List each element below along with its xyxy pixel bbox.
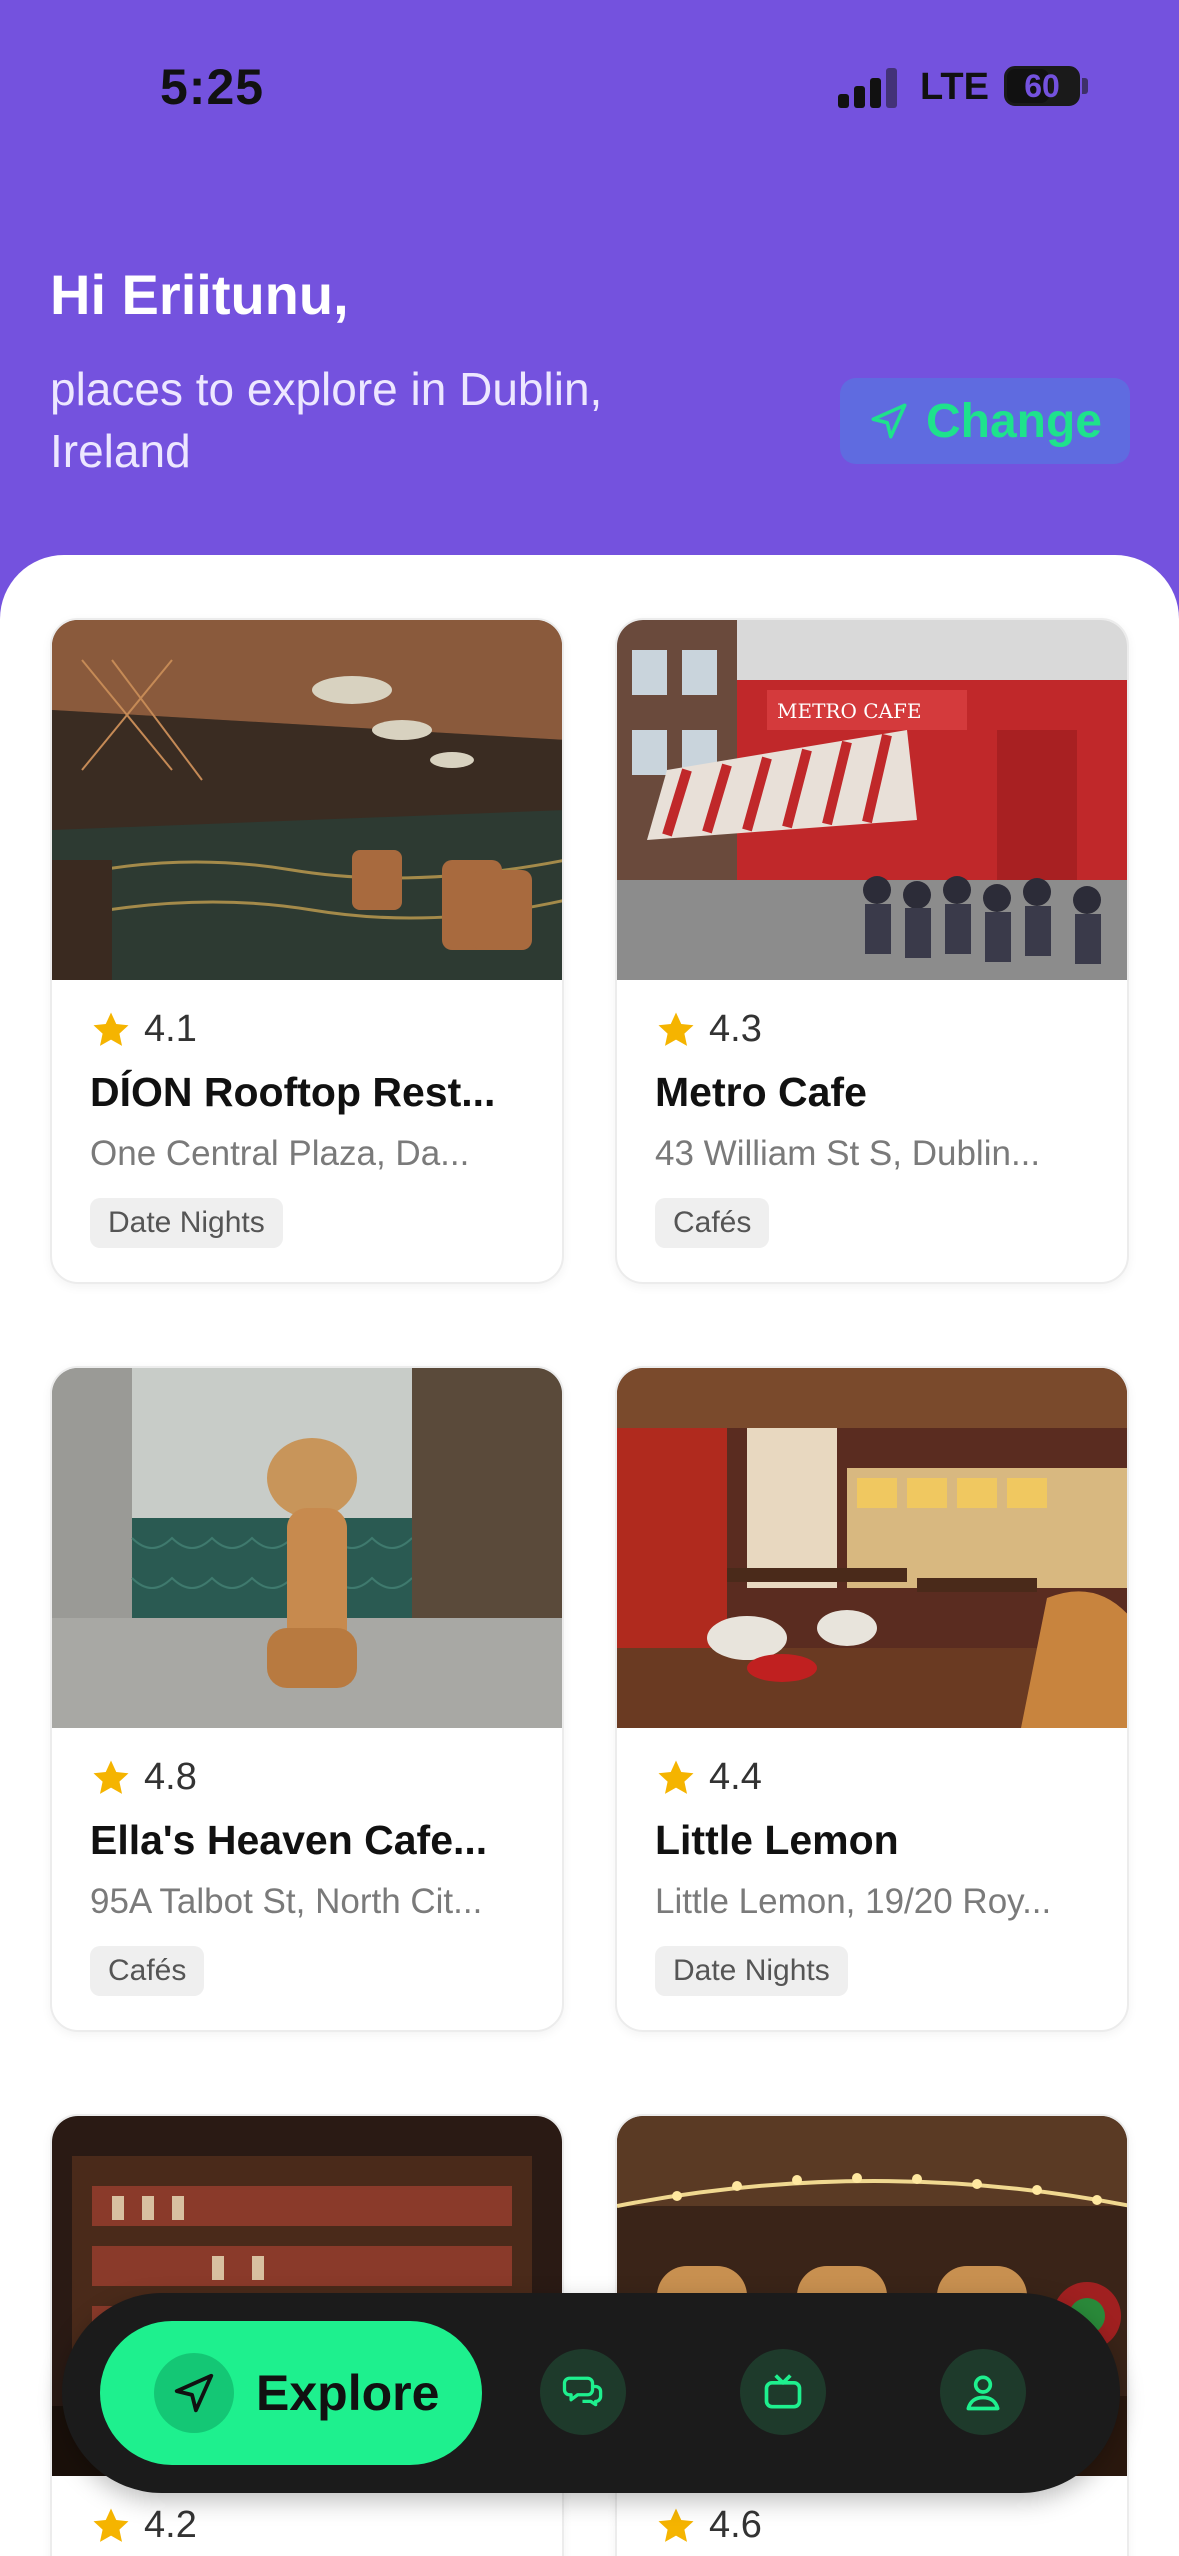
status-bar: 5:25 LTE 60 xyxy=(0,0,1179,170)
places-sheet: 4.1 DÍON Rooftop Rest... One Central Pla… xyxy=(0,555,1179,2556)
nav-tv-button[interactable] xyxy=(740,2349,826,2435)
place-photo xyxy=(52,620,562,980)
category-tag: Cafés xyxy=(655,1198,770,1248)
place-address: One Central Plaza, Da... xyxy=(90,1134,470,1173)
location-subtitle: places to explore in Dublin, Ireland xyxy=(50,363,603,477)
profile-icon xyxy=(966,2375,1000,2411)
navigation-icon xyxy=(154,2353,234,2433)
place-card[interactable]: 4.4 Little Lemon Little Lemon, 19/20 Roy… xyxy=(615,1366,1129,2032)
star-icon xyxy=(93,1760,129,1794)
place-card[interactable]: METRO CAFE 4.3 Metro Cafe 43 William St … xyxy=(615,618,1129,1284)
greeting-title: Hi Eriitunu, xyxy=(50,263,349,326)
rating-value: 4.3 xyxy=(709,1008,762,1050)
place-name: Metro Cafe xyxy=(655,1069,867,1115)
place-name: Ella's Heaven Cafe... xyxy=(90,1817,488,1863)
place-address: 43 William St S, Dublin... xyxy=(655,1134,1041,1173)
nav-explore-button[interactable]: Explore xyxy=(100,2321,482,2465)
rating: 4.6 xyxy=(655,2504,1089,2547)
status-time: 5:25 xyxy=(160,59,265,115)
signal-icon xyxy=(838,66,898,108)
tv-icon xyxy=(764,2374,802,2409)
star-icon xyxy=(93,2508,129,2542)
place-card[interactable]: 4.8 Ella's Heaven Cafe... 95A Talbot St,… xyxy=(50,1366,564,2032)
change-label: Change xyxy=(925,394,1102,448)
rating-value: 4.1 xyxy=(144,1008,197,1050)
network-label: LTE xyxy=(920,66,989,108)
svg-text:METRO CAFE: METRO CAFE xyxy=(777,699,921,723)
change-location-button[interactable]: Change xyxy=(840,378,1130,464)
rating: 4.3 xyxy=(655,1008,1089,1051)
place-photo xyxy=(617,1368,1127,1728)
nav-chat-button[interactable] xyxy=(540,2349,626,2435)
star-icon xyxy=(658,2508,694,2542)
rating: 4.1 xyxy=(90,1008,524,1051)
place-name: Little Lemon xyxy=(655,1817,899,1863)
star-icon xyxy=(658,1012,694,1046)
battery-icon: 60 xyxy=(1004,66,1080,106)
place-name: DÍON Rooftop Rest... xyxy=(90,1069,496,1115)
rating-value: 4.4 xyxy=(709,1756,762,1798)
bottom-navigation: Explore xyxy=(62,2293,1120,2493)
star-icon xyxy=(658,1760,694,1794)
rating-value: 4.2 xyxy=(144,2504,197,2546)
category-tag: Cafés xyxy=(90,1946,205,1996)
rating-value: 4.8 xyxy=(144,1756,197,1798)
chat-icon xyxy=(562,2376,603,2407)
battery-level: 60 xyxy=(1024,68,1060,104)
category-tag: Date Nights xyxy=(655,1946,848,1996)
rating: 4.4 xyxy=(655,1756,1089,1799)
place-photo: METRO CAFE xyxy=(617,620,1127,980)
nav-explore-label: Explore xyxy=(256,2365,440,2421)
nav-profile-button[interactable] xyxy=(940,2349,1026,2435)
category-tag: Date Nights xyxy=(90,1198,283,1248)
place-card[interactable]: 4.1 DÍON Rooftop Rest... One Central Pla… xyxy=(50,618,564,1284)
rating: 4.2 xyxy=(90,2504,524,2547)
place-address: Little Lemon, 19/20 Roy... xyxy=(655,1882,1052,1921)
place-photo xyxy=(52,1368,562,1728)
rating-value: 4.6 xyxy=(709,2504,762,2546)
battery-nub xyxy=(1082,78,1088,94)
rating: 4.8 xyxy=(90,1756,524,1799)
star-icon xyxy=(93,1012,129,1046)
place-address: 95A Talbot St, North Cit... xyxy=(90,1882,483,1921)
navigation-icon xyxy=(871,403,907,439)
